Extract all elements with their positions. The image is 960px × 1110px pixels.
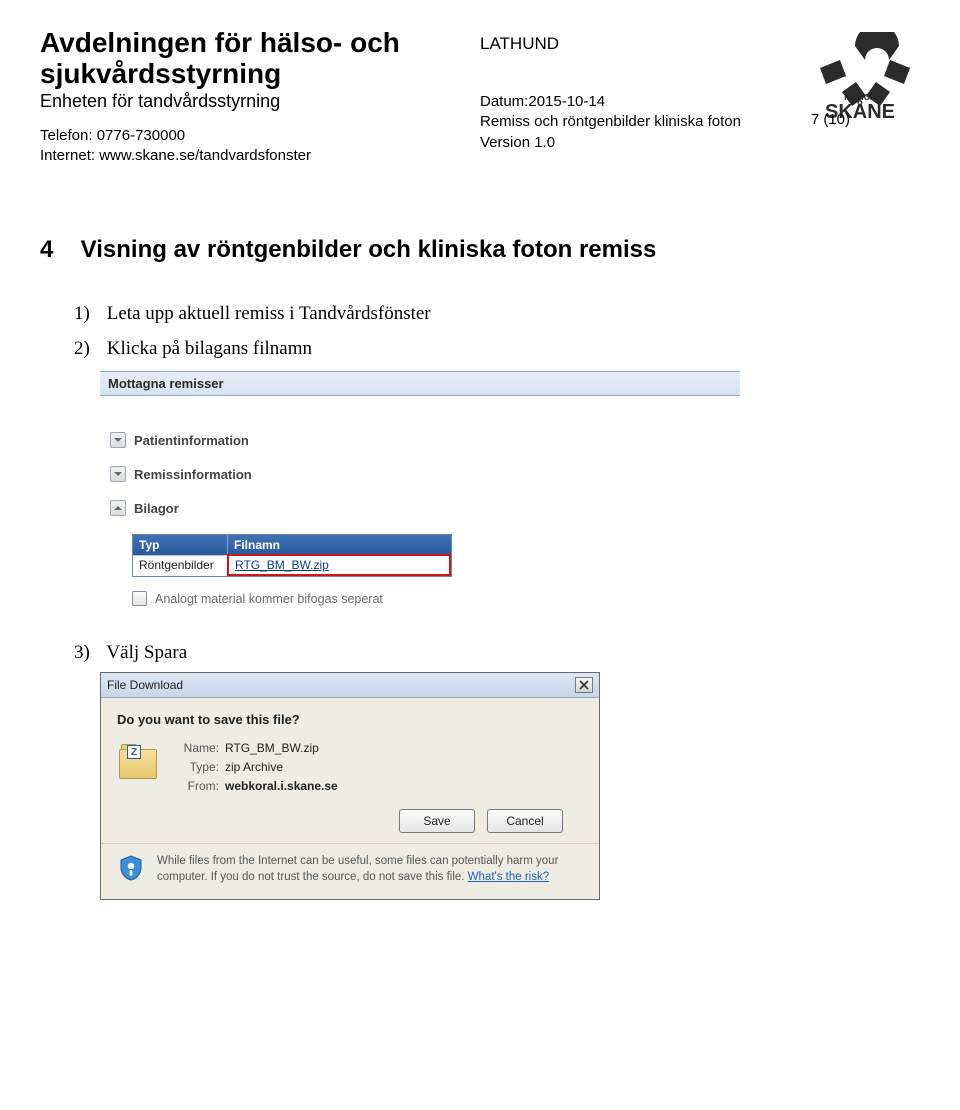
- dialog-titlebar: File Download: [101, 673, 599, 698]
- step-1: 1) Leta upp aktuell remiss i Tandvårdsfö…: [74, 300, 920, 329]
- step-2-num: 2): [74, 335, 102, 364]
- step-1-num: 1): [74, 300, 102, 329]
- date: Datum:2015-10-14: [480, 92, 780, 112]
- col-header-typ: Typ: [133, 535, 228, 555]
- attachment-filename-link[interactable]: RTG_BM_BW.zip: [227, 554, 451, 576]
- table-row: Röntgenbilder RTG_BM_BW.zip: [133, 555, 451, 576]
- section-title-text: Visning av röntgenbilder och kliniska fo…: [81, 236, 657, 263]
- chevron-down-icon: [110, 432, 126, 448]
- analog-checkbox-row[interactable]: Analogt material kommer bifogas seperat: [132, 591, 730, 606]
- checkbox-icon[interactable]: [132, 591, 147, 606]
- accordion-bilagor[interactable]: Bilagor: [110, 500, 730, 516]
- step-3: 3) Välj Spara: [74, 642, 920, 664]
- doc-title: Remiss och röntgenbilder kliniska foton: [480, 112, 780, 132]
- col-header-filnamn: Filnamn: [228, 535, 451, 555]
- close-icon: [579, 680, 589, 690]
- accordion-patientinfo[interactable]: Patientinformation: [110, 432, 730, 448]
- phone: Telefon: 0776-730000: [40, 126, 460, 146]
- step-3-num: 3): [74, 642, 102, 664]
- type-value: zip Archive: [225, 760, 338, 774]
- from-value: webkoral.i.skane.se: [225, 779, 338, 793]
- step-3-text: Välj Spara: [106, 642, 187, 663]
- internet: Internet: www.skane.se/tandvardsfonster: [40, 146, 460, 166]
- accordion-label: Patientinformation: [134, 433, 249, 448]
- unit-name: Enheten för tandvårdsstyrning: [40, 91, 460, 112]
- section-heading: 4 Visning av röntgenbilder och kliniska …: [40, 236, 920, 264]
- close-button[interactable]: [575, 677, 593, 693]
- accordion-label: Remissinformation: [134, 467, 252, 482]
- lathund-label: LATHUND: [480, 34, 780, 54]
- whats-the-risk-link[interactable]: What's the risk?: [468, 871, 549, 883]
- accordion-remissinfo[interactable]: Remissinformation: [110, 466, 730, 482]
- department-title-line1: Avdelningen för hälso- och: [40, 28, 460, 57]
- step-2: 2) Klicka på bilagans filnamn: [74, 335, 920, 364]
- dialog-title-text: File Download: [107, 678, 183, 692]
- step-2-text: Klicka på bilagans filnamn: [107, 338, 312, 359]
- name-label: Name:: [173, 741, 225, 755]
- zip-folder-icon: Z: [117, 741, 159, 783]
- accordion-label: Bilagor: [134, 501, 179, 516]
- section-number: 4: [40, 236, 74, 264]
- step-1-text: Leta upp aktuell remiss i Tandvårdsfönst…: [107, 303, 431, 324]
- shield-icon: [117, 854, 145, 882]
- version: Version 1.0: [480, 133, 780, 153]
- type-label: Type:: [173, 760, 225, 774]
- department-title-line2: sjukvårdsstyrning: [40, 59, 460, 88]
- save-button[interactable]: Save: [399, 809, 475, 833]
- screenshot-remisser-panel: Mottagna remisser Patientinformation Rem…: [100, 371, 740, 606]
- dialog-question: Do you want to save this file?: [117, 712, 583, 727]
- cancel-button[interactable]: Cancel: [487, 809, 563, 833]
- chevron-down-icon: [110, 466, 126, 482]
- name-value: RTG_BM_BW.zip: [225, 741, 338, 755]
- attachments-table: Typ Filnamn Röntgenbilder RTG_BM_BW.zip: [132, 534, 452, 577]
- panel-title: Mottagna remisser: [100, 372, 740, 396]
- cell-typ: Röntgenbilder: [133, 555, 228, 576]
- zip-z-letter: Z: [127, 745, 141, 759]
- document-header: Avdelningen för hälso- och sjukvårdsstyr…: [40, 28, 920, 166]
- from-label: From:: [173, 779, 225, 793]
- page-number: 7 (10): [811, 110, 850, 130]
- screenshot-file-download-dialog: File Download Do you want to save this f…: [100, 672, 600, 900]
- dialog-footer-text: While files from the Internet can be use…: [157, 854, 583, 885]
- chevron-up-icon: [110, 500, 126, 516]
- analog-label: Analogt material kommer bifogas seperat: [155, 592, 383, 606]
